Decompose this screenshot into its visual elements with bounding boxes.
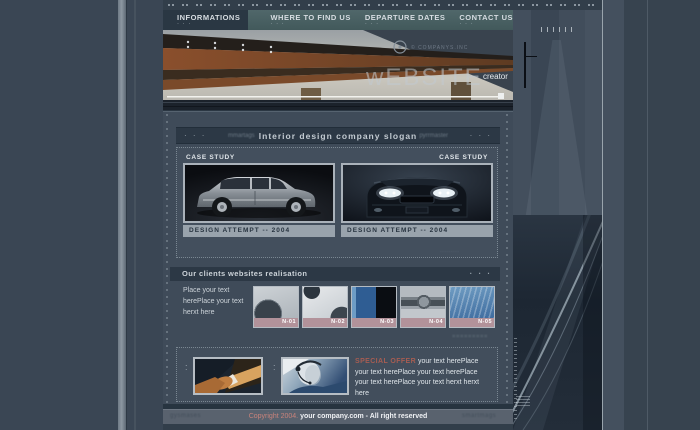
site-subtitle: creator (483, 72, 508, 81)
right-upper-band (513, 0, 602, 215)
right-subtle-line (647, 0, 648, 430)
architecture-photo: © COMPANYS.INC wEBSITE creator (163, 30, 513, 110)
case-study-caption: DESIGN ATTEMPT -- 2004 (183, 225, 335, 237)
special-offer-label: SPECIAL OFFER (355, 358, 416, 365)
thumbnail-image (401, 287, 445, 318)
header-banner: © COMPANYS.INC wEBSITE creator (163, 30, 513, 110)
nav-item-departure-dates[interactable]: DEPARTURE DATES · · · (365, 10, 446, 30)
right-band-b (624, 0, 700, 430)
thumbnail-label: N-04 (401, 318, 445, 327)
thumbnail-image (450, 287, 494, 318)
clients-section-header: Our clients websites realisation · · · (170, 267, 500, 281)
client-thumbnails: N-01 N-02 N-03 N-04 N-05 (253, 286, 495, 328)
clients-placeholder-text: Place your text herePlace your text herx… (183, 286, 255, 319)
left-vertical-rule-edge (126, 0, 127, 430)
case-studies-section: CASE STUDY CASE STUDY (176, 147, 498, 258)
bottom-strip (163, 424, 513, 430)
site-title: wEBSITE (365, 64, 483, 91)
blur-decor-text: ......... (440, 248, 460, 254)
footer-copyright: Copyright 2004. (249, 413, 298, 420)
case-study-left[interactable]: DESIGN ATTEMPT -- 2004 (183, 163, 335, 237)
thumbnail-label: N-01 (254, 318, 298, 327)
special-offer-section: : : (176, 347, 498, 402)
colon-dots-decor: : (185, 362, 188, 372)
case-study-right[interactable]: DESIGN ATTEMPT -- 2004 (341, 163, 493, 237)
nav-item-contact-us[interactable]: CONTACT US · · · (459, 10, 513, 30)
nav-dots-decor: · · · (177, 22, 248, 26)
special-offer-text: SPECIAL OFFER your text herePlace your t… (355, 357, 493, 399)
case-study-caption: DESIGN ATTEMPT -- 2004 (341, 225, 493, 237)
blur-decor-text: mmartags (228, 133, 255, 139)
band-stripe (585, 0, 602, 215)
dots-decor: · · · (184, 131, 206, 140)
thumbnail-image (352, 287, 396, 318)
nav-item-informations[interactable]: INFORMATIONS · · · (163, 10, 248, 30)
thumbnail-image (303, 287, 347, 318)
footer: Copyright 2004. your company.com - All r… (163, 409, 513, 424)
nav-dots-decor: · · · (365, 22, 446, 26)
dots-decor: · · · (470, 267, 492, 281)
blur-decor-text: gysmases (170, 413, 201, 419)
thumbnail-label: N-03 (352, 318, 396, 327)
thumbnail-n03[interactable]: N-03 (351, 286, 397, 328)
case-study-label-left: CASE STUDY (186, 154, 235, 161)
thumbnail-label: N-02 (303, 318, 347, 327)
call-center-photo (281, 357, 349, 395)
thumbnail-n05[interactable]: N-05 (449, 286, 495, 328)
footer-text: your company.com - All right reserved (300, 413, 427, 420)
case-study-label-right: CASE STUDY (439, 154, 488, 161)
slogan-bar: · · · mmartags Interior design company s… (176, 127, 500, 144)
crosshair-tick (526, 56, 537, 57)
content-edge-dots-right (506, 114, 508, 404)
thumbnail-label: N-05 (450, 318, 494, 327)
colon-dots-decor: : (273, 362, 276, 372)
thumbnail-image (254, 287, 298, 318)
logo-text: © COMPANYS.INC (411, 44, 468, 51)
blur-decor-text: ========= (452, 334, 488, 340)
crosshair-icon (524, 42, 526, 88)
clients-header-text: Our clients websites realisation (182, 269, 307, 278)
slogan-text: Interior design company slogan (259, 131, 417, 141)
nav-item-where-to-find-us[interactable]: WHERE TO FIND US · · · (270, 10, 350, 30)
line-end-marker (498, 93, 504, 99)
nav-teal-bar: WHERE TO FIND US · · · DEPARTURE DATES ·… (248, 10, 513, 30)
left-vertical-rule (118, 0, 126, 430)
right-band-a (603, 0, 624, 430)
dots-decor: · · · (470, 131, 492, 140)
tick-marks-icon (541, 27, 572, 32)
blur-decor-text: smartmags (462, 413, 496, 419)
nav-dots-decor: · · · (459, 22, 513, 26)
thumbnail-n01[interactable]: N-01 (253, 286, 299, 328)
left-vertical-rule-2 (134, 0, 136, 430)
target-logo-dot (398, 45, 401, 48)
car-front-photo (341, 163, 493, 223)
thumbnail-n04[interactable]: N-04 (400, 286, 446, 328)
content-edge-dots-left (166, 114, 168, 404)
main-nav: INFORMATIONS · · · WHERE TO FIND US · · … (163, 10, 513, 30)
top-dots-decor (168, 4, 596, 6)
handshake-photo (193, 357, 263, 395)
blur-decor-text: pyrrmaster (419, 133, 448, 139)
thumbnail-n02[interactable]: N-02 (302, 286, 348, 328)
micro-text-decor (516, 396, 530, 408)
ruler-marks-decor (514, 338, 517, 422)
header-divider (163, 110, 513, 112)
car-side-photo (183, 163, 335, 223)
website-template-page: INFORMATIONS · · · WHERE TO FIND US · · … (0, 0, 700, 430)
band-stripe (513, 0, 531, 215)
nav-dots-decor: · · · (270, 22, 350, 26)
